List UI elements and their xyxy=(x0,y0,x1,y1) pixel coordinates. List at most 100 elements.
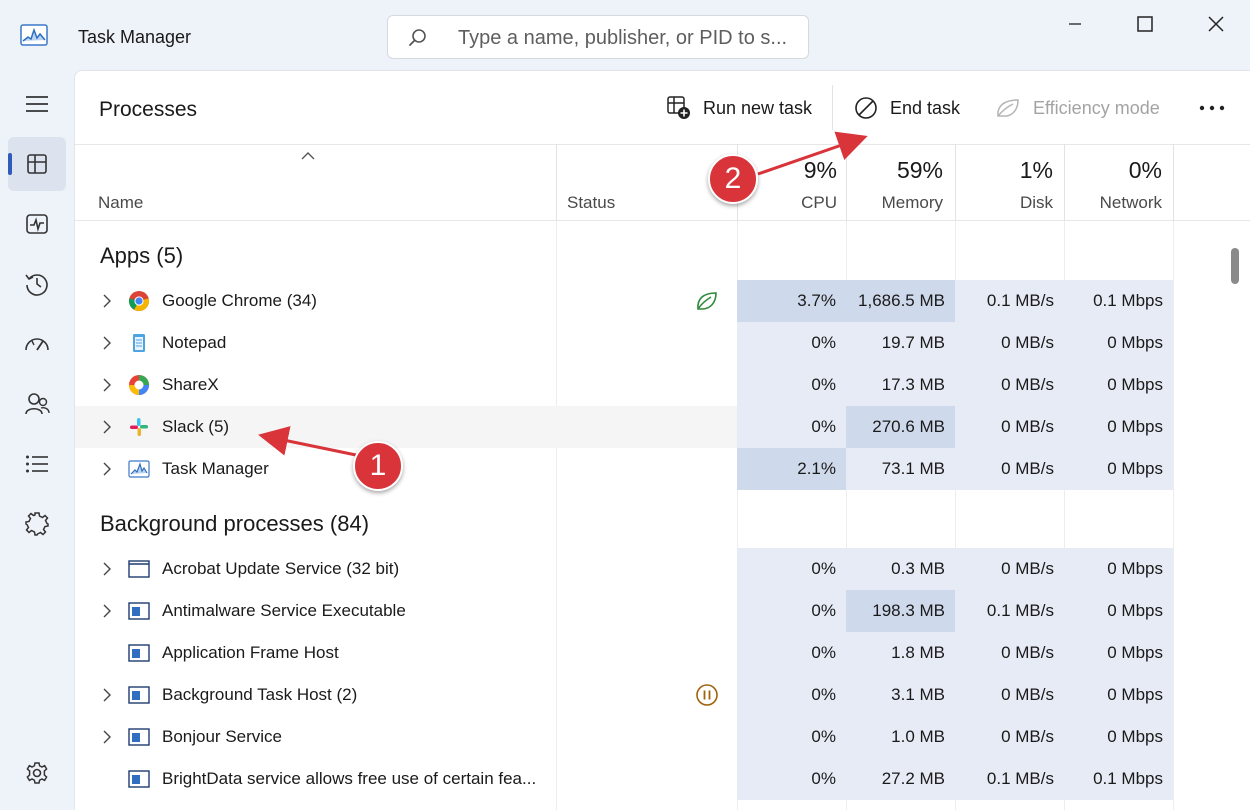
memory-cell: 1.8 MB xyxy=(846,632,955,674)
column-name[interactable]: Name xyxy=(98,193,143,213)
nav-performance[interactable] xyxy=(8,197,66,251)
process-row[interactable]: Acrobat Update Service (32 bit) 0% 0.3 M… xyxy=(75,548,1173,590)
chevron-right-icon[interactable] xyxy=(102,336,112,350)
disk-cell: 0 MB/s xyxy=(955,674,1064,716)
chevron-right-icon[interactable] xyxy=(102,378,112,392)
suspended-icon xyxy=(696,684,718,706)
details-icon xyxy=(26,455,48,473)
process-row[interactable]: ShareX 0% 17.3 MB 0 MB/s 0 Mbps xyxy=(75,364,1173,406)
nav-settings[interactable] xyxy=(8,746,66,800)
chevron-right-icon[interactable] xyxy=(102,688,112,702)
process-row[interactable]: Notepad 0% 19.7 MB 0 MB/s 0 Mbps xyxy=(75,322,1173,364)
process-row[interactable]: Background Task Host (2) 0% 3.1 MB 0 MB/… xyxy=(75,674,1173,716)
process-row-slack[interactable]: Slack (5) 0% 270.6 MB 0 MB/s 0 Mbps xyxy=(75,406,1173,448)
service-app-icon xyxy=(128,770,150,788)
network-cell: 0 Mbps xyxy=(1064,364,1173,406)
efficiency-mode-label: Efficiency mode xyxy=(1033,97,1160,118)
disk-cell: 0 MB/s xyxy=(955,548,1064,590)
hamburger-menu-button[interactable] xyxy=(8,77,66,131)
toolbar-separator xyxy=(832,85,833,130)
process-name: Task Manager xyxy=(162,459,269,478)
memory-cell: 1.0 MB xyxy=(846,716,955,758)
search-icon xyxy=(409,29,426,46)
search-placeholder: Type a name, publisher, or PID to s... xyxy=(458,27,788,49)
network-cell: 0 Mbps xyxy=(1064,548,1173,590)
end-task-button[interactable]: End task xyxy=(854,91,960,125)
nav-services[interactable] xyxy=(8,497,66,551)
chevron-right-icon[interactable] xyxy=(102,604,112,618)
cpu-cell: 2.1% xyxy=(737,448,846,490)
memory-total[interactable]: 59% xyxy=(846,157,943,184)
process-name: Antimalware Service Executable xyxy=(162,601,406,620)
task-manager-icon xyxy=(128,460,150,478)
cpu-cell: 0% xyxy=(737,590,846,632)
process-row[interactable]: Application Frame Host 0% 1.8 MB 0 MB/s … xyxy=(75,632,1173,674)
chevron-right-icon[interactable] xyxy=(102,294,112,308)
nav-users[interactable] xyxy=(8,377,66,431)
column-status[interactable]: Status xyxy=(567,193,615,213)
column-cpu[interactable]: CPU xyxy=(737,193,837,213)
efficiency-mode-button[interactable]: Efficiency mode xyxy=(995,91,1160,125)
end-task-icon xyxy=(855,97,877,119)
services-icon xyxy=(25,512,49,536)
column-memory[interactable]: Memory xyxy=(846,193,943,213)
memory-cell: 73.1 MB xyxy=(846,448,955,490)
startup-apps-icon xyxy=(25,338,49,351)
network-cell: 0 Mbps xyxy=(1064,674,1173,716)
end-task-label: End task xyxy=(890,97,961,118)
column-divider xyxy=(556,144,557,221)
nav-processes[interactable] xyxy=(8,137,66,191)
cpu-cell: 0% xyxy=(737,364,846,406)
nav-details[interactable] xyxy=(8,437,66,491)
network-cell: 0 Mbps xyxy=(1064,448,1173,490)
processes-panel: Processes Run new task End task Efficien… xyxy=(74,70,1250,810)
vertical-scrollbar-thumb[interactable] xyxy=(1231,248,1239,284)
chevron-right-icon[interactable] xyxy=(102,462,112,476)
process-name: Acrobat Update Service (32 bit) xyxy=(162,559,400,578)
users-icon xyxy=(25,393,50,415)
network-total[interactable]: 0% xyxy=(1064,157,1162,184)
process-row[interactable]: Google Chrome (34) 3.7% 1,686.5 MB 0.1 M… xyxy=(75,280,1173,322)
memory-cell: 270.6 MB xyxy=(846,406,955,448)
chrome-icon xyxy=(128,291,150,312)
disk-cell: 0 MB/s xyxy=(955,322,1064,364)
nav-app-history[interactable] xyxy=(8,257,66,311)
memory-cell: 1,686.5 MB xyxy=(846,280,955,322)
chevron-right-icon[interactable] xyxy=(102,562,112,576)
network-cell: 0 Mbps xyxy=(1064,632,1173,674)
process-row[interactable]: Antimalware Service Executable 0% 198.3 … xyxy=(75,590,1173,632)
sort-ascending-icon[interactable] xyxy=(301,151,315,161)
maximize-button[interactable] xyxy=(1120,10,1170,38)
column-disk[interactable]: Disk xyxy=(955,193,1053,213)
nav-startup-apps[interactable] xyxy=(8,317,66,371)
chevron-right-icon[interactable] xyxy=(102,730,112,744)
cpu-cell: 0% xyxy=(737,758,846,800)
chevron-right-icon[interactable] xyxy=(102,420,112,434)
column-line xyxy=(1173,221,1174,810)
search-box[interactable]: Type a name, publisher, or PID to s... xyxy=(387,15,809,59)
process-name: Background Task Host (2) xyxy=(162,685,358,704)
disk-cell: 0 MB/s xyxy=(955,364,1064,406)
disk-cell: 0 MB/s xyxy=(955,406,1064,448)
network-cell: 0.1 Mbps xyxy=(1064,280,1173,322)
active-indicator xyxy=(8,153,12,175)
more-options-icon[interactable] xyxy=(1197,97,1227,119)
column-divider xyxy=(1173,144,1174,221)
disk-cell: 0.1 MB/s xyxy=(955,758,1064,800)
column-network[interactable]: Network xyxy=(1064,193,1162,213)
process-row[interactable]: Bonjour Service 0% 1.0 MB 0 MB/s 0 Mbps xyxy=(75,716,1173,758)
process-row[interactable]: BrightData service allows free use of ce… xyxy=(75,758,1173,800)
window-app-icon xyxy=(128,560,150,578)
network-cell: 0.1 Mbps xyxy=(1064,758,1173,800)
process-row[interactable]: Task Manager 2.1% 73.1 MB 0 MB/s 0 Mbps xyxy=(75,448,1173,490)
cpu-cell: 0% xyxy=(737,406,846,448)
cpu-cell: 0% xyxy=(737,632,846,674)
minimize-button[interactable] xyxy=(1050,10,1100,38)
window-title: Task Manager xyxy=(78,27,192,47)
process-name: Application Frame Host xyxy=(162,643,339,662)
settings-icon xyxy=(26,762,48,784)
close-button[interactable] xyxy=(1190,10,1240,38)
disk-total[interactable]: 1% xyxy=(955,157,1053,184)
run-new-task-button[interactable]: Run new task xyxy=(667,91,812,125)
efficiency-leaf-icon xyxy=(697,292,717,310)
